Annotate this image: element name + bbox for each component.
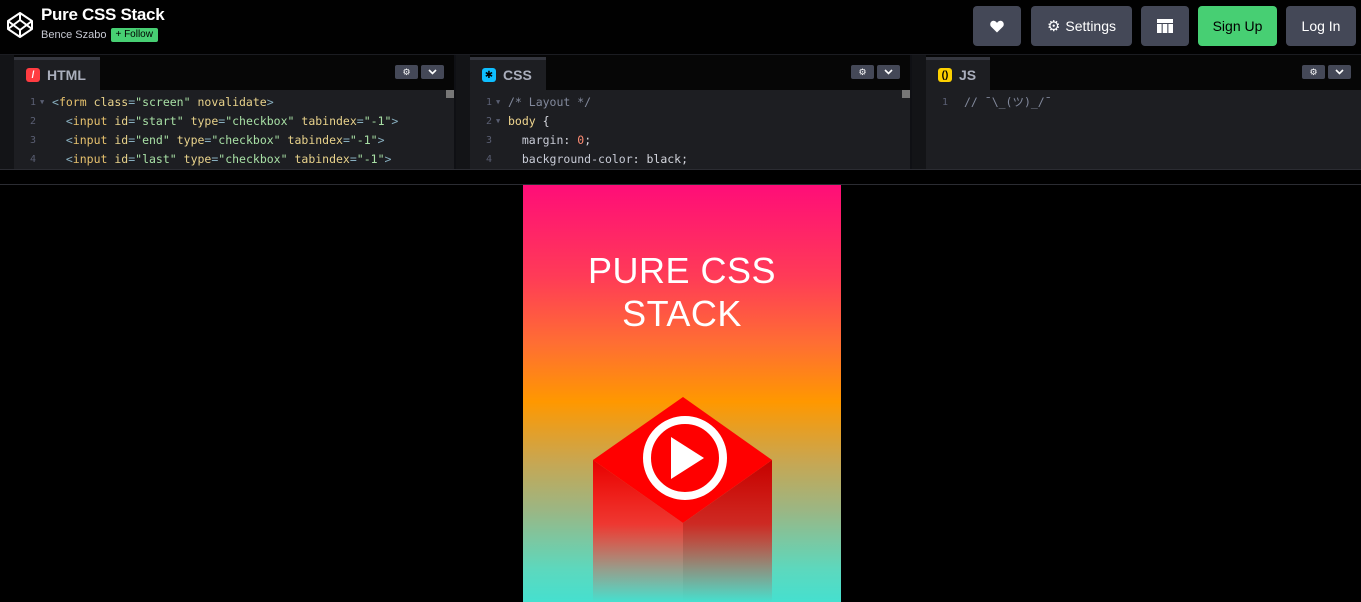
fold-arrow-icon bbox=[496, 150, 508, 169]
author-row: Bence Szabo + Follow bbox=[41, 28, 164, 42]
editor-tools: ⚙ bbox=[395, 65, 444, 79]
change-view-button[interactable] bbox=[1141, 6, 1189, 46]
fold-arrow-icon[interactable]: ▼ bbox=[496, 112, 508, 131]
js-editor[interactable]: () JS ⚙ 1 // ¯\_(ツ)_/¯ bbox=[926, 55, 1361, 169]
js-icon: () bbox=[938, 68, 952, 82]
fold-arrow-icon bbox=[496, 131, 508, 150]
code-text: background-color: black; bbox=[521, 152, 689, 166]
editor-settings-button[interactable]: ⚙ bbox=[395, 65, 418, 79]
gear-icon: ⚙ bbox=[1046, 18, 1061, 35]
resize-gutter[interactable] bbox=[912, 55, 926, 169]
html-editor[interactable]: / HTML ⚙ 1 ▼ <form class="screen" novalida… bbox=[14, 55, 454, 169]
line-number: 1 bbox=[941, 97, 948, 108]
code-line[interactable]: 1 ▼/* Layout */ bbox=[470, 93, 910, 112]
editor-header: / HTML ⚙ bbox=[14, 55, 454, 90]
settings-button[interactable]: ⚙ Settings bbox=[1031, 6, 1132, 46]
editors-area: / HTML ⚙ 1 ▼ <form class="screen" novalida… bbox=[0, 55, 1361, 169]
header: Pure CSS Stack Bence Szabo + Follow ⚙ Se… bbox=[0, 0, 1361, 55]
code-line[interactable]: 3 margin: 0; bbox=[470, 131, 910, 150]
code-text: // ¯\_(ツ)_/¯ bbox=[964, 95, 1052, 109]
code-text: margin: 0; bbox=[521, 133, 592, 147]
gear-icon: ⚙ bbox=[402, 66, 411, 77]
scrollbar[interactable] bbox=[446, 90, 454, 98]
code-text: <input id="last" type="checkbox" tabinde… bbox=[65, 152, 392, 166]
result-preview: PURE CSS STACK bbox=[0, 185, 1361, 602]
fold-arrow-icon bbox=[40, 131, 52, 150]
line-number: 3 bbox=[485, 135, 492, 146]
code-line[interactable]: 3 <input id="end" type="checkbox" tabind… bbox=[14, 131, 454, 150]
fold-arrow-icon bbox=[952, 93, 964, 112]
tab-label: HTML bbox=[47, 67, 86, 83]
code-line[interactable]: 1 ▼ <form class="screen" novalidate> bbox=[14, 93, 454, 112]
tab-label: CSS bbox=[503, 67, 532, 83]
gear-icon: ⚙ bbox=[1309, 66, 1318, 77]
code-text: <input id="end" type="checkbox" tabindex… bbox=[65, 133, 385, 147]
preview-resizer[interactable] bbox=[0, 169, 1361, 185]
editor-tools: ⚙ bbox=[851, 65, 900, 79]
scrollbar[interactable] bbox=[902, 90, 910, 98]
line-number: 2 bbox=[29, 116, 36, 127]
love-button[interactable] bbox=[973, 6, 1021, 46]
line-number: 2 bbox=[485, 116, 492, 127]
line-number: 4 bbox=[485, 154, 492, 165]
code-line[interactable]: 2 <input id="start" type="checkbox" tabi… bbox=[14, 112, 454, 131]
signup-button[interactable]: Sign Up bbox=[1198, 6, 1277, 46]
css-editor[interactable]: ✱ CSS ⚙ 1 ▼/* Layout */ 2 ▼ body { 3 margin: … bbox=[470, 55, 910, 169]
html-icon: / bbox=[26, 68, 40, 82]
code-text: <form class="screen" novalidate> bbox=[52, 95, 274, 109]
follow-label: Follow bbox=[124, 29, 153, 40]
tab-label: JS bbox=[959, 67, 977, 83]
author-link[interactable]: Bence Szabo bbox=[41, 29, 106, 41]
login-button[interactable]: Log In bbox=[1286, 6, 1356, 46]
code-line[interactable]: 1 // ¯\_(ツ)_/¯ bbox=[926, 93, 1361, 112]
code-text: <input id="start" type="checkbox" tabind… bbox=[65, 114, 399, 128]
editor-header: ✱ CSS ⚙ bbox=[470, 55, 910, 90]
layout-grid-icon bbox=[1157, 19, 1173, 33]
pen-info: Pure CSS Stack Bence Szabo + Follow bbox=[41, 5, 165, 42]
editor-tools: ⚙ bbox=[1302, 65, 1351, 79]
chevron-down-icon bbox=[428, 69, 437, 75]
editor-settings-button[interactable]: ⚙ bbox=[851, 65, 874, 79]
editor-settings-button[interactable]: ⚙ bbox=[1302, 65, 1325, 79]
game-screen: PURE CSS STACK bbox=[523, 185, 841, 602]
css-icon: ✱ bbox=[482, 68, 496, 82]
code-lines[interactable]: 1 ▼ <form class="screen" novalidate> 2 <inp… bbox=[14, 93, 454, 169]
gear-icon: ⚙ bbox=[858, 66, 867, 77]
pen-title: Pure CSS Stack bbox=[41, 5, 165, 24]
tab-js[interactable]: () JS bbox=[926, 57, 991, 90]
resize-gutter[interactable] bbox=[456, 55, 470, 169]
code-text: /* Layout */ bbox=[508, 95, 592, 109]
editor-menu-button[interactable] bbox=[421, 65, 444, 79]
code-text: body { bbox=[508, 114, 550, 128]
editor-header: () JS ⚙ bbox=[926, 55, 1361, 90]
heart-icon bbox=[990, 20, 1004, 32]
code-line[interactable]: 4 background-color: black; bbox=[470, 150, 910, 169]
editor-menu-button[interactable] bbox=[877, 65, 900, 79]
code-line[interactable]: 4 <input id="last" type="checkbox" tabin… bbox=[14, 150, 454, 169]
code-lines[interactable]: 1 // ¯\_(ツ)_/¯ bbox=[926, 93, 1361, 112]
line-number: 1 bbox=[29, 97, 36, 108]
code-lines[interactable]: 1 ▼/* Layout */2 ▼ body {3 margin: 0; 4 back… bbox=[470, 93, 910, 169]
line-number: 1 bbox=[485, 97, 492, 108]
start-block[interactable] bbox=[523, 185, 841, 602]
settings-label: Settings bbox=[1065, 18, 1117, 34]
line-number: 3 bbox=[29, 135, 36, 146]
fold-arrow-icon bbox=[40, 112, 52, 131]
codepen-logo-icon[interactable] bbox=[6, 11, 34, 39]
plus-icon: + bbox=[115, 29, 125, 40]
tab-css[interactable]: ✱ CSS bbox=[470, 57, 546, 90]
fold-arrow-icon[interactable]: ▼ bbox=[40, 93, 52, 112]
editor-menu-button[interactable] bbox=[1328, 65, 1351, 79]
fold-arrow-icon[interactable]: ▼ bbox=[496, 93, 508, 112]
tab-html[interactable]: / HTML bbox=[14, 57, 100, 90]
resize-gutter[interactable] bbox=[0, 55, 14, 169]
code-line[interactable]: 2 ▼ body { bbox=[470, 112, 910, 131]
follow-button[interactable]: + Follow bbox=[111, 28, 158, 42]
chevron-down-icon bbox=[1335, 69, 1344, 75]
chevron-down-icon bbox=[884, 69, 893, 75]
line-number: 4 bbox=[29, 154, 36, 165]
fold-arrow-icon bbox=[40, 150, 52, 169]
